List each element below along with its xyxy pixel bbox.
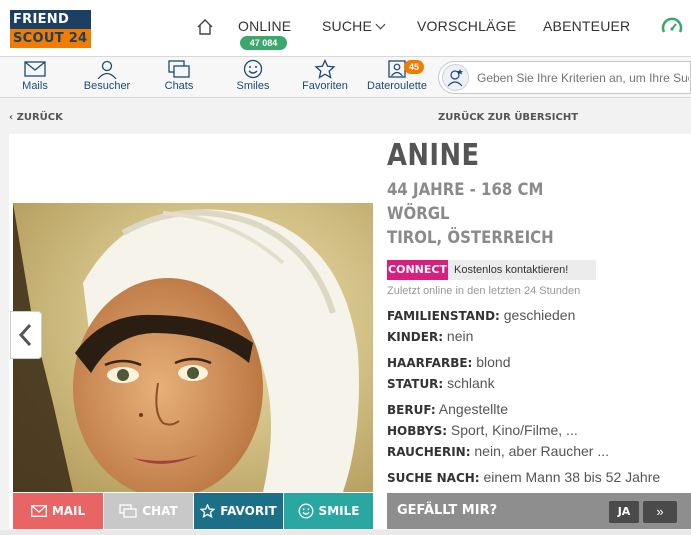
contact-actions: MAIL CHAT FAVORIT SMILE (13, 493, 373, 529)
chat-icon (119, 503, 137, 518)
favorit-button[interactable]: FAVORIT (194, 493, 283, 529)
back-to-overview-link[interactable]: ZURÜCK ZUR ÜBERSICHT (438, 112, 578, 123)
toolbar-smiles-label: Smiles (236, 80, 270, 92)
mail-icon (24, 61, 46, 77)
nav-online-label: ONLINE (238, 18, 292, 34)
chat-button[interactable]: CHAT (104, 493, 193, 529)
attribute-key: RAUCHERIN: (387, 445, 471, 459)
toolbar-mails-label: Mails (22, 80, 48, 92)
attribute-value: einem Mann 38 bis 52 Jahre (483, 469, 661, 485)
page-bottom-divider (0, 530, 691, 535)
attribute-key: SUCHE NACH: (387, 471, 480, 485)
search-input[interactable] (477, 67, 689, 89)
toolbar-dateroulette-label: Dateroulette (367, 80, 427, 92)
skip-button[interactable]: » (643, 501, 677, 523)
search-criteria-icon[interactable] (442, 64, 469, 91)
star-icon (314, 59, 336, 79)
top-navigation: FRIEND SCOUT 24 ONLINE 47 084 SUCHE VORS… (0, 0, 691, 56)
like-question: GEFÄLLT MIR? (397, 503, 498, 518)
toolbar-visitors[interactable]: Besucher (82, 59, 132, 92)
attribute-row: FAMILIENSTAND: geschieden (387, 307, 575, 323)
visitor-icon (97, 60, 117, 79)
attribute-row: BERUF: Angestellte (387, 401, 508, 417)
profile-name: ANINE (387, 138, 480, 173)
connect-cta-label: Kostenlos kontaktieren! (448, 260, 596, 280)
profile-photo[interactable] (13, 203, 373, 492)
back-link-label: ZURÜCK (16, 112, 63, 123)
attribute-key: KINDER: (387, 330, 444, 344)
attribute-key: HOBBYS: (387, 424, 448, 438)
attribute-value: geschieden (503, 307, 576, 323)
profile-region: TIROL, ÖSTERREICH (387, 228, 554, 248)
toolbar-visitors-label: Besucher (83, 80, 131, 92)
attribute-row[interactable]: RAUCHERIN: nein, aber Raucher ... (387, 443, 609, 459)
chevron-down-icon (375, 19, 386, 30)
smile-button[interactable]: SMILE (284, 493, 373, 529)
breadcrumb-bar: ‹ ZURÜCK ZURÜCK ZUR ÜBERSICHT (0, 108, 691, 130)
gauge-icon[interactable] (660, 15, 684, 39)
smile-icon (298, 503, 313, 518)
favorit-button-label: FAVORIT (220, 504, 277, 518)
smile-button-label: SMILE (318, 504, 360, 518)
attribute-row: STATUR: schlank (387, 375, 495, 391)
toolbar-chats[interactable]: Chats (162, 59, 196, 92)
profile-photo-image (13, 203, 373, 492)
member-toolbar: Mails Besucher Chats Smiles Favoriten Da… (0, 56, 691, 98)
chat-button-label: CHAT (142, 504, 178, 518)
profile-age-height: 44 JAHRE - 168 CM (387, 180, 544, 200)
attribute-row: KINDER: nein (387, 328, 473, 344)
smile-icon (243, 59, 263, 79)
attribute-key: FAMILIENSTAND: (387, 309, 500, 323)
online-count-badge: 47 084 (240, 36, 287, 50)
profile-city: WÖRGL (387, 204, 450, 224)
nav-search-label: SUCHE (322, 18, 373, 34)
attribute-value: Sport, Kino/Filme, ... (450, 422, 578, 438)
connect-tag: CONNECT (387, 260, 448, 280)
mail-icon (30, 504, 47, 517)
attribute-key: HAARFARBE: (387, 356, 473, 370)
mail-button[interactable]: MAIL (13, 493, 103, 529)
previous-profile-button[interactable] (10, 311, 42, 359)
attribute-value: nein (446, 328, 474, 344)
last-online-status: Zuletzt online in den letzten 24 Stunden (387, 285, 581, 297)
attribute-row[interactable]: HOBBYS: Sport, Kino/Filme, ... (387, 422, 578, 438)
back-link[interactable]: ‹ ZURÜCK (9, 112, 63, 123)
star-icon (199, 502, 216, 518)
nav-online[interactable]: ONLINE (238, 18, 291, 34)
profile-card: MAIL CHAT FAVORIT SMILE ANINE 44 JAHRE -… (9, 134, 691, 529)
chevron-left-icon: ‹ (9, 112, 14, 123)
toolbar-favorites-label: Favoriten (302, 80, 348, 92)
attribute-row: HAARFARBE: blond (387, 354, 511, 370)
toolbar-mails[interactable]: Mails (18, 59, 52, 92)
chat-icon (168, 60, 190, 78)
logo-line-2: SCOUT 24 (10, 29, 91, 48)
like-bar: GEFÄLLT MIR? JA » (387, 493, 691, 529)
like-yes-button[interactable]: JA (609, 501, 639, 523)
friendscout24-logo[interactable]: FRIEND SCOUT 24 (10, 10, 91, 48)
mail-button-label: MAIL (51, 504, 86, 518)
nav-suggestions[interactable]: VORSCHLÄGE (417, 18, 516, 34)
attribute-value: nein, aber Raucher ... (474, 443, 610, 459)
attribute-value: schlank (447, 375, 495, 391)
attribute-key: STATUR: (387, 377, 444, 391)
chevron-left-icon (18, 323, 32, 347)
search-bar[interactable] (438, 61, 691, 94)
toolbar-smiles[interactable]: Smiles (236, 59, 270, 92)
attribute-value: Angestellte (438, 401, 509, 417)
nav-search[interactable]: SUCHE (322, 18, 386, 34)
attribute-row: SUCHE NACH: einem Mann 38 bis 52 Jahre (387, 469, 660, 485)
attribute-value: blond (476, 354, 511, 370)
toolbar-chats-label: Chats (164, 80, 194, 92)
home-icon[interactable] (196, 18, 214, 36)
nav-adventure[interactable]: ABENTEUER (543, 18, 630, 34)
logo-line-1: FRIEND (10, 10, 91, 29)
dateroulette-count-badge: 45 (404, 60, 424, 74)
toolbar-favorites[interactable]: Favoriten (300, 59, 350, 92)
attribute-key: BERUF: (387, 403, 436, 417)
